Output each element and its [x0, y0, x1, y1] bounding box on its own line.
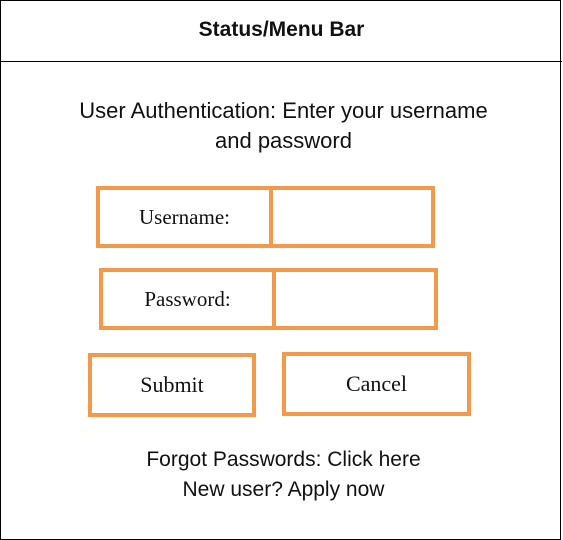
auth-heading-line-1: User Authentication: Enter your username — [79, 98, 488, 123]
app-frame: Status/Menu Bar User Authentication: Ent… — [0, 0, 562, 540]
new-user-link[interactable]: New user? Apply now — [61, 475, 506, 505]
auth-links: Forgot Passwords: Click here New user? A… — [61, 445, 506, 505]
submit-button-label: Submit — [140, 372, 204, 397]
auth-heading: User Authentication: Enter your username… — [61, 96, 506, 156]
username-row: Username: — [96, 186, 435, 248]
status-menu-bar-title: Status/Menu Bar — [198, 17, 365, 41]
forgot-password-link[interactable]: Forgot Passwords: Click here — [61, 445, 506, 475]
cancel-button-label: Cancel — [345, 371, 408, 396]
auth-heading-line-2: and password — [215, 128, 352, 153]
password-input[interactable] — [276, 268, 438, 330]
password-row: Password: — [99, 268, 438, 330]
cancel-button[interactable]: Cancel — [282, 352, 471, 416]
submit-button[interactable]: Submit — [88, 353, 256, 417]
status-menu-bar[interactable]: Status/Menu Bar — [1, 1, 562, 62]
username-label: Username: — [96, 186, 273, 248]
password-label: Password: — [99, 268, 276, 330]
username-input[interactable] — [273, 186, 435, 248]
